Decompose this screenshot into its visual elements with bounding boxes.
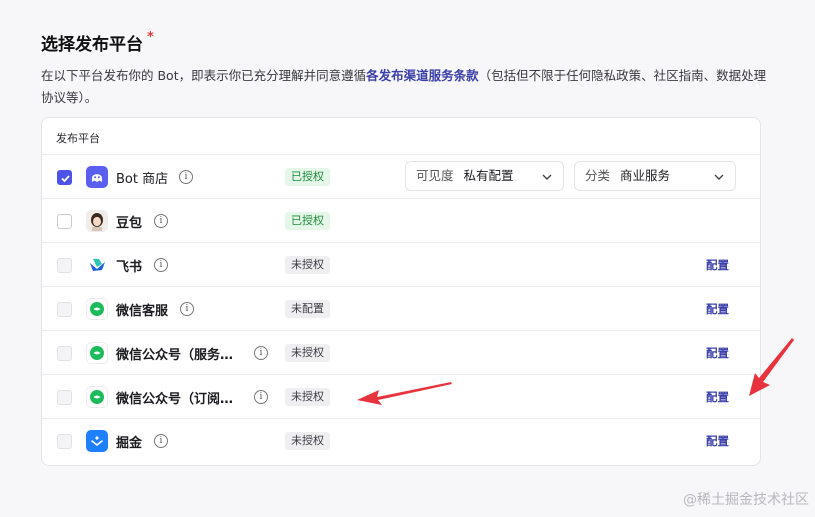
configure-link[interactable]: 配置 bbox=[706, 345, 729, 361]
required-mark: * bbox=[147, 30, 154, 45]
status-badge: 未授权 bbox=[285, 388, 330, 406]
platform-name: 飞书 bbox=[116, 260, 143, 275]
info-icon[interactable]: i bbox=[179, 170, 193, 184]
terms-link[interactable]: 各发布渠道服务条款 bbox=[366, 68, 479, 83]
status-badge: 已授权 bbox=[285, 212, 330, 230]
annotation-arrow-left bbox=[357, 382, 452, 405]
info-icon[interactable]: i bbox=[254, 390, 268, 404]
bot-store-icon bbox=[86, 166, 108, 188]
section-title: 选择发布平台 * bbox=[41, 30, 154, 55]
status-badge: 未配置 bbox=[285, 300, 330, 318]
platform-checkbox-wechat-subscription[interactable] bbox=[57, 390, 72, 405]
platform-row-feishu: 飞书 i 未授权 配置 bbox=[42, 243, 760, 287]
platform-name: 微信公众号（服务… bbox=[116, 348, 234, 363]
platform-checkbox-wechat-service[interactable] bbox=[57, 346, 72, 361]
status-badge: 未授权 bbox=[285, 432, 330, 450]
platform-name: 掘金 bbox=[116, 436, 143, 451]
section-title-text: 选择发布平台 bbox=[41, 35, 143, 55]
platform-name: Bot 商店 bbox=[116, 172, 169, 187]
platform-checkbox-feishu[interactable] bbox=[57, 258, 72, 273]
feishu-icon bbox=[86, 254, 108, 276]
platform-row-doubao: 豆包 i 已授权 bbox=[42, 199, 760, 243]
terms-description: 在以下平台发布你的 Bot，即表示你已充分理解并同意遵循各发布渠道服务条款（包括… bbox=[41, 65, 771, 109]
juejin-icon bbox=[86, 430, 108, 452]
status-badge: 未授权 bbox=[285, 256, 330, 274]
watermark: @稀土掘金技术社区 bbox=[683, 492, 809, 508]
configure-link[interactable]: 配置 bbox=[706, 389, 729, 405]
wechat-icon bbox=[86, 298, 108, 320]
platform-name: 微信公众号（订阅… bbox=[116, 392, 234, 407]
platform-checkbox-wechat-kf[interactable] bbox=[57, 302, 72, 317]
doubao-avatar-icon bbox=[86, 210, 108, 232]
configure-link[interactable]: 配置 bbox=[706, 257, 729, 273]
check-icon bbox=[61, 175, 70, 183]
category-select[interactable]: 分类 商业服务 bbox=[574, 161, 736, 191]
platform-row-wechat-kf: 微信客服 i 未配置 配置 bbox=[42, 287, 760, 331]
visibility-select[interactable]: 可见度 私有配置 bbox=[405, 161, 564, 191]
annotation-arrow-right bbox=[749, 338, 794, 396]
wechat-icon bbox=[86, 386, 108, 408]
table-header: 发布平台 bbox=[42, 118, 760, 155]
wechat-icon bbox=[86, 342, 108, 364]
category-label: 分类 bbox=[585, 168, 611, 183]
platform-checkbox-juejin[interactable] bbox=[57, 434, 72, 449]
info-icon[interactable]: i bbox=[154, 214, 168, 228]
platform-row-wechat-service: 微信公众号（服务… i 未授权 配置 bbox=[42, 331, 760, 375]
status-badge: 已授权 bbox=[285, 168, 330, 186]
platform-name: 微信客服 bbox=[116, 304, 169, 319]
status-badge: 未授权 bbox=[285, 344, 330, 362]
platform-name: 豆包 bbox=[116, 216, 143, 231]
category-value: 商业服务 bbox=[620, 168, 671, 183]
platform-checkbox-doubao[interactable] bbox=[57, 214, 72, 229]
chevron-down-icon bbox=[542, 174, 552, 180]
platform-row-bot-store: Bot 商店 i 已授权 可见度 私有配置 分类 商业服务 bbox=[42, 155, 760, 199]
info-icon[interactable]: i bbox=[254, 346, 268, 360]
platform-table: 发布平台 Bot 商店 i 已授权 可见度 私有配置 分类 商业服务 豆包 i 已授… bbox=[41, 117, 761, 466]
chevron-down-icon bbox=[714, 174, 724, 180]
configure-link[interactable]: 配置 bbox=[706, 433, 729, 449]
visibility-value: 私有配置 bbox=[463, 168, 514, 183]
visibility-label: 可见度 bbox=[416, 168, 454, 183]
desc-text-before: 在以下平台发布你的 Bot，即表示你已充分理解并同意遵循 bbox=[41, 68, 367, 83]
platform-checkbox-bot-store[interactable] bbox=[57, 170, 72, 185]
info-icon[interactable]: i bbox=[154, 434, 168, 448]
info-icon[interactable]: i bbox=[154, 258, 168, 272]
configure-link[interactable]: 配置 bbox=[706, 301, 729, 317]
info-icon[interactable]: i bbox=[180, 302, 194, 316]
platform-row-juejin: 掘金 i 未授权 配置 bbox=[42, 419, 760, 463]
